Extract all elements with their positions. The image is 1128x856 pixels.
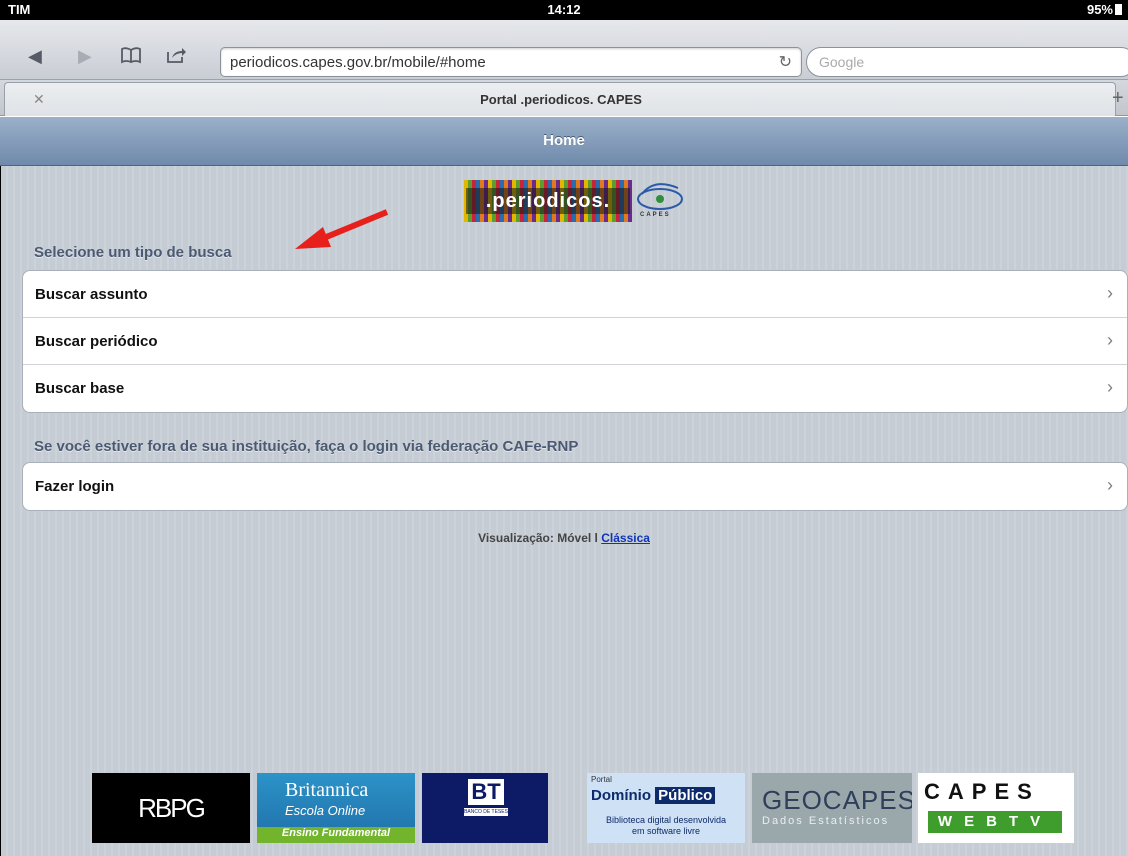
banner-rbpg-label: RBPG — [138, 793, 206, 823]
login-section-label: Se você estiver fora de sua instituição,… — [34, 438, 579, 455]
list-item-label: Buscar base — [35, 380, 125, 397]
back-icon[interactable]: ◀ — [28, 46, 42, 67]
tab-current[interactable]: ✕ Portal .periodicos. CAPES — [4, 82, 1116, 116]
view-label: Visualização: Móvel l — [478, 531, 598, 545]
chevron-right-icon: › — [1107, 377, 1113, 397]
geocapes-title: GEOCAPES — [762, 785, 912, 815]
battery-indicator: 95% — [1087, 2, 1122, 17]
list-item-label: Buscar periódico — [35, 333, 158, 350]
periodicos-logo: .periodicos. CAPES — [464, 180, 686, 222]
login-options-list: Fazer login › — [22, 462, 1128, 511]
list-item-label: Buscar assunto — [35, 286, 148, 303]
banner-britannica[interactable]: Britannica Escola Online Ensino Fundamen… — [257, 773, 415, 843]
browser-toolbar: ◀ ▶ periodicos.capes.gov.br/mobile/#home… — [0, 20, 1128, 80]
logo-brand: .periodicos. — [466, 188, 630, 214]
url-text: periodicos.capes.gov.br/mobile/#home — [230, 54, 486, 71]
reload-icon[interactable]: ↻ — [779, 52, 792, 72]
url-bar[interactable]: periodicos.capes.gov.br/mobile/#home ↻ — [220, 47, 802, 77]
banner-capes-web-tv[interactable]: CAPES WEBTV — [918, 773, 1074, 843]
new-tab-icon[interactable]: + — [1112, 87, 1128, 111]
britannica-tagline: Ensino Fundamental — [257, 827, 415, 843]
search-input[interactable]: Google — [806, 47, 1128, 77]
tab-bar: ✕ Portal .periodicos. CAPES — [0, 80, 1128, 116]
search-section-label: Selecione um tipo de busca — [34, 244, 232, 261]
clock: 14:12 — [547, 2, 581, 17]
capes-tv-top: CAPES — [924, 779, 1040, 804]
dominio-description: Biblioteca digital desenvolvida em softwa… — [605, 815, 727, 836]
page-title: Home — [543, 132, 585, 149]
banner-geocapes[interactable]: GEOCAPES Dados Estatísticos — [752, 773, 912, 843]
list-item-fazer-login[interactable]: Fazer login › — [23, 463, 1127, 510]
geocapes-subtitle: Dados Estatísticos — [762, 815, 890, 827]
share-icon[interactable] — [165, 46, 187, 69]
view-switcher: Visualização: Móvel l Clássica — [0, 531, 1128, 545]
tab-title: Portal .periodicos. CAPES — [480, 92, 642, 107]
chevron-right-icon: › — [1107, 475, 1113, 495]
banner-dominio-publico[interactable]: Portal Domínio Público Biblioteca digita… — [587, 773, 745, 843]
battery-icon — [1115, 4, 1122, 15]
capes-tv-bottom: WEBTV — [928, 811, 1062, 833]
list-item-buscar-base[interactable]: Buscar base › — [23, 365, 1127, 412]
banner-rbpg[interactable]: RBPG — [92, 773, 250, 843]
search-placeholder: Google — [819, 54, 865, 70]
list-item-buscar-periodico[interactable]: Buscar periódico › — [23, 318, 1127, 365]
britannica-title: Britannica — [285, 779, 369, 801]
bt-logo: BT — [468, 779, 504, 805]
list-item-label: Fazer login — [35, 478, 115, 495]
bt-caption: BANCO DE TESES — [464, 808, 508, 816]
logo-org: CAPES — [640, 212, 671, 218]
page-header: Home — [0, 117, 1128, 166]
search-options-list: Buscar assunto › Buscar periódico › Busc… — [22, 270, 1128, 413]
chevron-right-icon: › — [1107, 330, 1113, 350]
dominio-portal-label: Portal — [591, 775, 612, 784]
capes-emblem-icon — [637, 183, 683, 210]
classic-view-link[interactable]: Clássica — [601, 531, 650, 545]
list-item-buscar-assunto[interactable]: Buscar assunto › — [23, 271, 1127, 318]
dominio-name: Domínio Público — [591, 787, 716, 804]
banner-banco-de-teses[interactable]: BT BANCO DE TESES — [422, 773, 548, 843]
forward-icon[interactable]: ▶ — [78, 46, 92, 67]
bookmarks-icon[interactable] — [120, 46, 142, 69]
red-arrow-icon — [295, 209, 389, 249]
chevron-right-icon: › — [1107, 283, 1113, 303]
britannica-subtitle: Escola Online — [285, 803, 366, 818]
status-bar: TIM 14:12 95% — [0, 0, 1128, 20]
